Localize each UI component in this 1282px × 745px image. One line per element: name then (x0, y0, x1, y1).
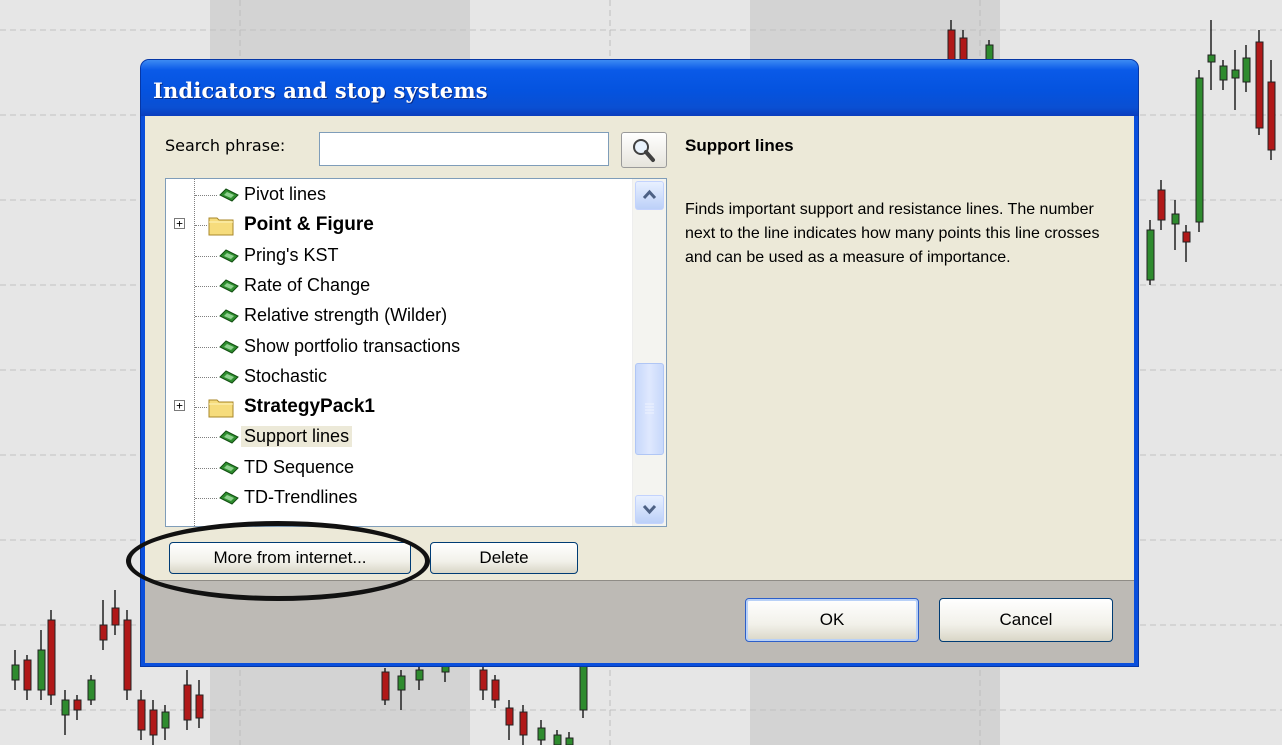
cancel-button[interactable]: Cancel (939, 598, 1113, 642)
indicator-icon (219, 279, 239, 293)
tree-folder[interactable]: + Point & Figure (166, 210, 634, 240)
tree-item[interactable]: Rate of Change (166, 271, 634, 301)
title-bar[interactable]: Indicators and stop systems (141, 60, 1138, 116)
tree-connector (195, 376, 217, 378)
candlestick (47, 610, 56, 705)
folder-icon (208, 399, 234, 418)
folder-icon (208, 217, 234, 236)
tree-item[interactable]: TD-Trendlines (166, 483, 634, 513)
tree-connector (195, 225, 207, 227)
description-title: Support lines (685, 136, 794, 155)
tree-item-label: Stochastic (244, 365, 328, 386)
candlestick (87, 675, 96, 705)
scroll-thumb[interactable] (635, 363, 664, 455)
candlestick (123, 610, 132, 700)
tree-item-label: TD-Trendlines (244, 487, 358, 507)
tree-item-label: Show portfolio transactions (244, 335, 461, 356)
search-button[interactable] (621, 132, 667, 168)
search-label: Search phrase: (165, 136, 286, 155)
tree-connector (195, 255, 217, 257)
indicator-icon (219, 461, 239, 475)
tree-item[interactable]: Support lines (166, 422, 634, 452)
indicator-icon (219, 309, 239, 323)
tree-item-label: Point & Figure (244, 214, 374, 236)
tree-connector (195, 285, 217, 287)
candlestick (1146, 220, 1155, 285)
tree-item-label: StrategyPack1 (244, 396, 375, 418)
indicator-icon (219, 491, 239, 505)
indicator-tree[interactable]: Pivot lines + Point & Figure Pring's KST Rat… (165, 178, 667, 527)
dialog-title: Indicators and stop systems (153, 78, 488, 103)
tree-connector (195, 316, 217, 318)
tree-item[interactable]: Relative strength (Wilder) (166, 301, 634, 331)
tree-item-label: TD Sequence (244, 456, 355, 477)
tree-connector (195, 467, 217, 469)
indicator-icon (219, 370, 239, 384)
indicators-dialog: Indicators and stop systems Search phras… (141, 60, 1138, 666)
indicator-icon (219, 339, 239, 354)
tree-item-label: Rate of Change (244, 274, 371, 295)
tree-connector (195, 195, 217, 196)
tree-item[interactable]: Show portfolio transactions (166, 332, 634, 362)
tree-item-label: Pivot lines (244, 184, 327, 204)
plus-icon[interactable]: + (174, 218, 185, 230)
plus-icon[interactable]: + (174, 400, 185, 412)
indicator-icon (219, 430, 239, 444)
chevron-down-icon (642, 504, 657, 515)
scroll-up-button[interactable] (635, 181, 664, 210)
scroll-down-button[interactable] (635, 495, 664, 524)
tree-connector (195, 407, 207, 409)
search-input[interactable] (319, 132, 609, 166)
more-from-internet-button[interactable]: More from internet... (169, 542, 411, 574)
tree-item-label: Relative strength (Wilder) (244, 305, 448, 326)
tree-folder[interactable]: + StrategyPack1 (166, 392, 634, 422)
indicator-icon (219, 188, 239, 202)
description-text: Finds important support and resistance l… (685, 201, 1100, 266)
tree-scrollbar[interactable] (632, 179, 666, 526)
candlestick (1255, 30, 1264, 135)
tree-item[interactable]: Pivot lines (166, 180, 634, 210)
tree-item[interactable]: Stochastic (166, 362, 634, 392)
magnifier-icon (633, 139, 655, 162)
tree-connector (195, 437, 217, 439)
candlestick (1195, 70, 1204, 232)
tree-item-label: Pring's KST (244, 244, 339, 265)
tree-item-label: Support lines (241, 426, 353, 448)
tree-connector (195, 346, 217, 348)
delete-button[interactable]: Delete (430, 542, 578, 574)
chevron-up-icon (642, 189, 657, 200)
ok-button[interactable]: OK (745, 598, 919, 642)
candlestick (579, 660, 588, 718)
tree-connector (195, 498, 217, 499)
tree-item[interactable]: TD Sequence (166, 453, 634, 483)
tree-item[interactable]: Pring's KST (166, 241, 634, 271)
indicator-icon (219, 248, 239, 263)
candlestick (381, 668, 390, 705)
grip-icon (645, 403, 654, 414)
